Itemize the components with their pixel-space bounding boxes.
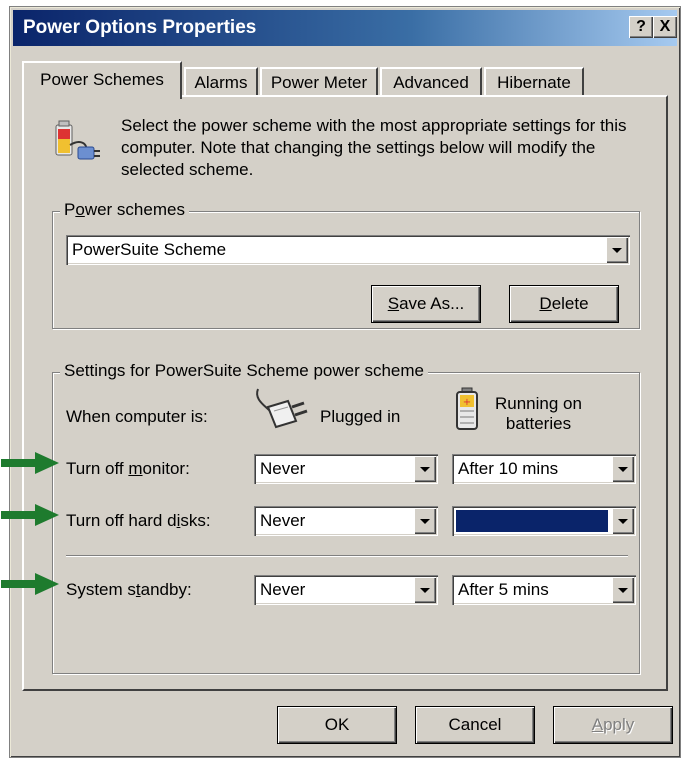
- tab-power-meter[interactable]: Power Meter: [260, 67, 378, 97]
- when-computer-is-label: When computer is:: [66, 407, 208, 426]
- monitor-battery-select[interactable]: After 10 mins: [452, 454, 636, 484]
- save-as-button[interactable]: Save As...: [372, 286, 480, 322]
- selection-highlight: [456, 510, 608, 532]
- hard-disks-plugged-select[interactable]: Never: [254, 506, 438, 536]
- power-scheme-select[interactable]: PowerSuite Scheme: [66, 235, 630, 265]
- standby-plugged-value: Never: [260, 580, 306, 599]
- chevron-down-icon[interactable]: [612, 456, 634, 482]
- system-standby-label: System standby:: [66, 580, 192, 599]
- delete-button[interactable]: Delete: [510, 286, 618, 322]
- settings-group-label: Settings for PowerSuite Scheme power sch…: [60, 361, 429, 381]
- chevron-down-icon[interactable]: [606, 237, 628, 263]
- apply-button[interactable]: Apply: [554, 707, 672, 743]
- close-button[interactable]: X: [653, 16, 677, 38]
- monitor-plugged-value: Never: [260, 459, 306, 478]
- plugged-in-label: Plugged in: [320, 407, 401, 426]
- svg-text:+: +: [463, 397, 471, 408]
- cancel-button[interactable]: Cancel: [416, 707, 534, 743]
- turn-off-hard-disks-label: Turn off hard disks:: [66, 511, 211, 530]
- hard-disks-plugged-value: Never: [260, 511, 306, 530]
- standby-battery-select[interactable]: After 5 mins: [452, 575, 636, 605]
- settings-divider: [66, 555, 628, 557]
- chevron-down-icon[interactable]: [612, 577, 634, 603]
- arrow-indicator-icon: [1, 573, 59, 595]
- tab-advanced[interactable]: Advanced: [380, 67, 482, 97]
- plug-icon: [256, 388, 308, 429]
- monitor-battery-value: After 10 mins: [458, 459, 559, 478]
- arrow-indicator-icon: [1, 504, 59, 526]
- power-scheme-icon: [55, 120, 100, 160]
- chevron-down-icon[interactable]: [414, 577, 436, 603]
- tab-hibernate[interactable]: Hibernate: [484, 67, 584, 97]
- chevron-down-icon[interactable]: [414, 508, 436, 534]
- tab-power-schemes[interactable]: Power Schemes: [22, 61, 182, 99]
- window-title: Power Options Properties: [23, 17, 257, 38]
- standby-plugged-select[interactable]: Never: [254, 575, 438, 605]
- tab-alarms[interactable]: Alarms: [184, 67, 258, 97]
- standby-battery-value: After 5 mins: [458, 580, 549, 599]
- power-options-window: Power Options Properties ? X Power Schem…: [1, 6, 681, 758]
- power-scheme-select-value: PowerSuite Scheme: [72, 240, 227, 259]
- chevron-down-icon[interactable]: [612, 508, 634, 534]
- title-bar[interactable]: Power Options Properties ? X: [13, 10, 677, 46]
- monitor-plugged-select[interactable]: Never: [254, 454, 438, 484]
- ok-button[interactable]: OK: [278, 707, 396, 743]
- intro-description: Select the power scheme with the most ap…: [121, 116, 627, 179]
- running-on-batteries-label: Running on batteries: [495, 394, 582, 433]
- help-button[interactable]: ?: [629, 16, 653, 38]
- hard-disks-battery-select[interactable]: [452, 506, 636, 536]
- chevron-down-icon[interactable]: [414, 456, 436, 482]
- arrow-indicator-icon: [1, 452, 59, 474]
- turn-off-monitor-label: Turn off monitor:: [66, 459, 190, 478]
- battery-icon: +: [456, 387, 478, 430]
- power-schemes-group-label: Power schemes: [60, 200, 189, 220]
